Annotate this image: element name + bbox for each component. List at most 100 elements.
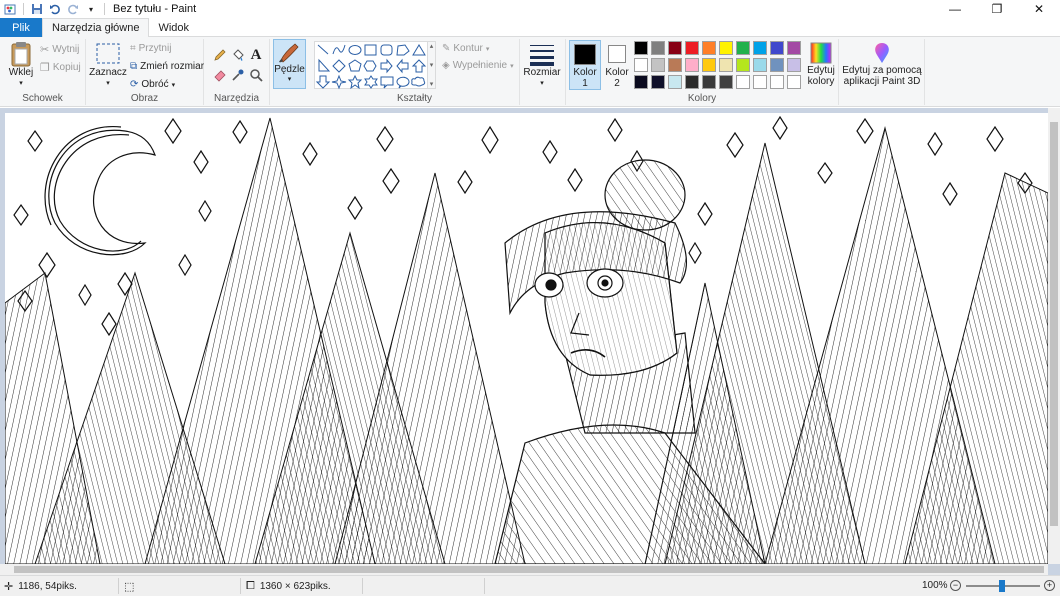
palette-swatch[interactable] — [668, 58, 682, 72]
zoom-out-icon: − — [950, 580, 961, 591]
more-shapes-icon[interactable]: ▾ — [430, 80, 434, 88]
color-picker-icon[interactable] — [230, 67, 246, 83]
paint3d-label-1: Edytuj za pomocą — [842, 65, 922, 76]
color2-button[interactable]: Kolor 2 — [601, 40, 633, 90]
palette-swatch[interactable] — [719, 58, 733, 72]
palette-swatch[interactable] — [651, 58, 665, 72]
palette-swatch[interactable] — [736, 75, 750, 89]
paint3d-label-2: aplikacji Paint 3D — [843, 76, 921, 87]
callout-oval-shape-icon — [396, 76, 410, 89]
tab-view[interactable]: Widok — [149, 18, 198, 37]
magnifier-icon[interactable] — [248, 67, 264, 83]
size-button[interactable]: Rozmiar ▾ — [523, 41, 561, 89]
callout-rect-shape-icon — [380, 76, 394, 89]
zoom-slider-knob[interactable] — [999, 580, 1005, 592]
brushes-button[interactable]: Pędzle ▾ — [273, 39, 306, 89]
tab-home[interactable]: Narzędzia główne — [42, 18, 150, 38]
vertical-scroll-thumb[interactable] — [1050, 122, 1058, 526]
palette-swatch[interactable] — [702, 58, 716, 72]
crop-button[interactable]: ⌗ Przytnij — [130, 43, 171, 54]
select-chevron-icon: ▾ — [106, 80, 110, 87]
select-button[interactable]: Zaznacz ▾ — [89, 41, 127, 89]
palette-swatch[interactable] — [634, 75, 648, 89]
resize-button[interactable]: ⧉ Zmień rozmiar — [130, 61, 204, 72]
pencil-icon[interactable] — [212, 47, 228, 63]
rotate-button[interactable]: ⟳ Obróć ▾ — [130, 79, 175, 90]
zoom-in-button[interactable]: + — [1044, 580, 1055, 591]
palette-swatch[interactable] — [702, 41, 716, 55]
drawing-canvas[interactable] — [5, 113, 1048, 564]
zoom-slider[interactable] — [966, 580, 1040, 592]
palette-swatch[interactable] — [668, 41, 682, 55]
palette-swatch[interactable] — [787, 75, 801, 89]
palette-swatch[interactable] — [787, 58, 801, 72]
outline-button[interactable]: ✎ Kontur ▾ — [442, 43, 489, 54]
color2-swatch — [608, 45, 626, 63]
scroll-up-icon[interactable]: ▴ — [430, 42, 434, 50]
palette-swatch[interactable] — [753, 41, 767, 55]
vertical-scrollbar[interactable] — [1048, 108, 1060, 564]
shapes-gallery — [314, 41, 428, 90]
palette-swatch[interactable] — [770, 41, 784, 55]
palette-swatch[interactable] — [787, 41, 801, 55]
minimize-button[interactable]: — — [934, 0, 976, 18]
text-tool-icon[interactable]: A — [248, 47, 264, 63]
eraser-icon[interactable] — [212, 67, 228, 83]
star6-shape-icon — [364, 75, 378, 89]
zoom-out-button[interactable]: − — [950, 580, 961, 591]
paste-label: Wklej — [8, 67, 34, 78]
palette-swatch[interactable] — [651, 41, 665, 55]
scroll-down-icon[interactable]: ▾ — [430, 61, 434, 69]
group-clipboard: Wklej ▾ ✂ Wytnij ❐ Kopiuj Schowek — [0, 39, 86, 105]
cut-button[interactable]: ✂ Wytnij — [40, 43, 79, 56]
arrow-right-shape-icon — [380, 58, 393, 74]
fill-bucket-icon[interactable] — [230, 47, 246, 63]
selection-rect-icon — [96, 43, 120, 64]
arrow-down-shape-icon — [315, 75, 331, 89]
palette-swatch[interactable] — [634, 58, 648, 72]
palette-swatch[interactable] — [736, 41, 750, 55]
arrow-left-shape-icon — [396, 58, 409, 74]
copy-button[interactable]: ❐ Kopiuj — [40, 61, 81, 74]
maximize-button[interactable]: ❐ — [976, 0, 1018, 18]
palette-swatch[interactable] — [668, 75, 682, 89]
redo-icon[interactable] — [66, 2, 80, 16]
tab-file[interactable]: Plik — [0, 18, 42, 37]
color1-label: Kolor — [573, 67, 597, 78]
palette-swatch[interactable] — [770, 58, 784, 72]
customize-qa-chevron-icon[interactable]: ▾ — [84, 2, 98, 16]
palette-swatch[interactable] — [685, 58, 699, 72]
edit-paint3d-button[interactable]: Edytuj za pomocą aplikacji Paint 3D — [842, 41, 922, 87]
window-controls: — ❐ ✕ — [934, 0, 1060, 18]
size-label: Rozmiar — [523, 67, 561, 78]
palette-swatch[interactable] — [685, 41, 699, 55]
palette-swatch[interactable] — [753, 58, 767, 72]
palette-swatch[interactable] — [770, 75, 784, 89]
canvas-size-icon: ⧠ — [246, 580, 255, 592]
save-icon[interactable] — [30, 2, 44, 16]
oval-shape-icon — [348, 45, 362, 55]
crop-label: Przytnij — [138, 43, 172, 54]
fill-button[interactable]: ◈ Wypełnienie ▾ — [442, 60, 514, 71]
palette-swatch[interactable] — [753, 75, 767, 89]
palette-swatch[interactable] — [736, 58, 750, 72]
palette-swatch[interactable] — [719, 41, 733, 55]
paste-button[interactable]: Wklej ▾ — [6, 41, 36, 89]
palette-swatch[interactable] — [634, 41, 648, 55]
close-button[interactable]: ✕ — [1018, 0, 1060, 18]
rotate-label: Obróć — [141, 79, 169, 90]
palette-swatch[interactable] — [685, 75, 699, 89]
horizontal-scrollbar[interactable] — [0, 564, 1048, 575]
horizontal-scroll-thumb[interactable] — [14, 566, 1044, 573]
color1-button[interactable]: Kolor 1 — [569, 40, 601, 90]
status-separator-2 — [240, 578, 241, 594]
palette-swatch[interactable] — [719, 75, 733, 89]
undo-icon[interactable] — [48, 2, 62, 16]
qa-separator-2 — [104, 3, 105, 15]
shapes-scroll[interactable]: ▴ ▾ ▾ — [428, 41, 436, 89]
palette-swatch[interactable] — [702, 75, 716, 89]
brush-icon — [278, 43, 299, 63]
palette-swatch[interactable] — [651, 75, 665, 89]
workspace — [0, 108, 1060, 575]
edit-colors-button[interactable]: Edytuj kolory — [804, 41, 838, 87]
